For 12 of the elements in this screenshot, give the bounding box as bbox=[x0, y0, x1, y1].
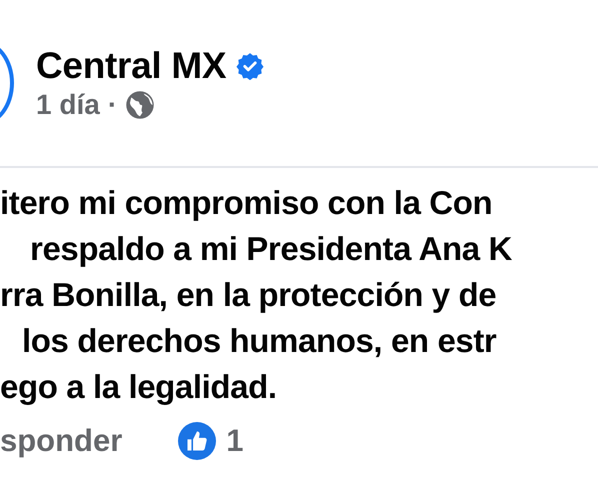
separator-dot: · bbox=[108, 89, 118, 121]
comment-text-line: los derechos humanos, en estr bbox=[21, 321, 496, 361]
like-reaction-icon bbox=[178, 422, 216, 460]
comment-text-line: rra Bonilla, en la protección y de bbox=[0, 275, 496, 315]
globe-icon bbox=[125, 90, 156, 120]
author-name[interactable]: Central MX bbox=[36, 45, 226, 87]
comment-text-line: respaldo a mi Presidenta Ana K bbox=[29, 229, 512, 269]
comment-text-line: ego a la legalidad. bbox=[0, 367, 277, 407]
comment-text-line: itero mi compromiso con la Con bbox=[0, 183, 492, 223]
post-time: 1 día bbox=[36, 89, 100, 121]
reaction-count: 1 bbox=[226, 423, 244, 459]
reply-link[interactable]: sponder bbox=[0, 423, 122, 459]
